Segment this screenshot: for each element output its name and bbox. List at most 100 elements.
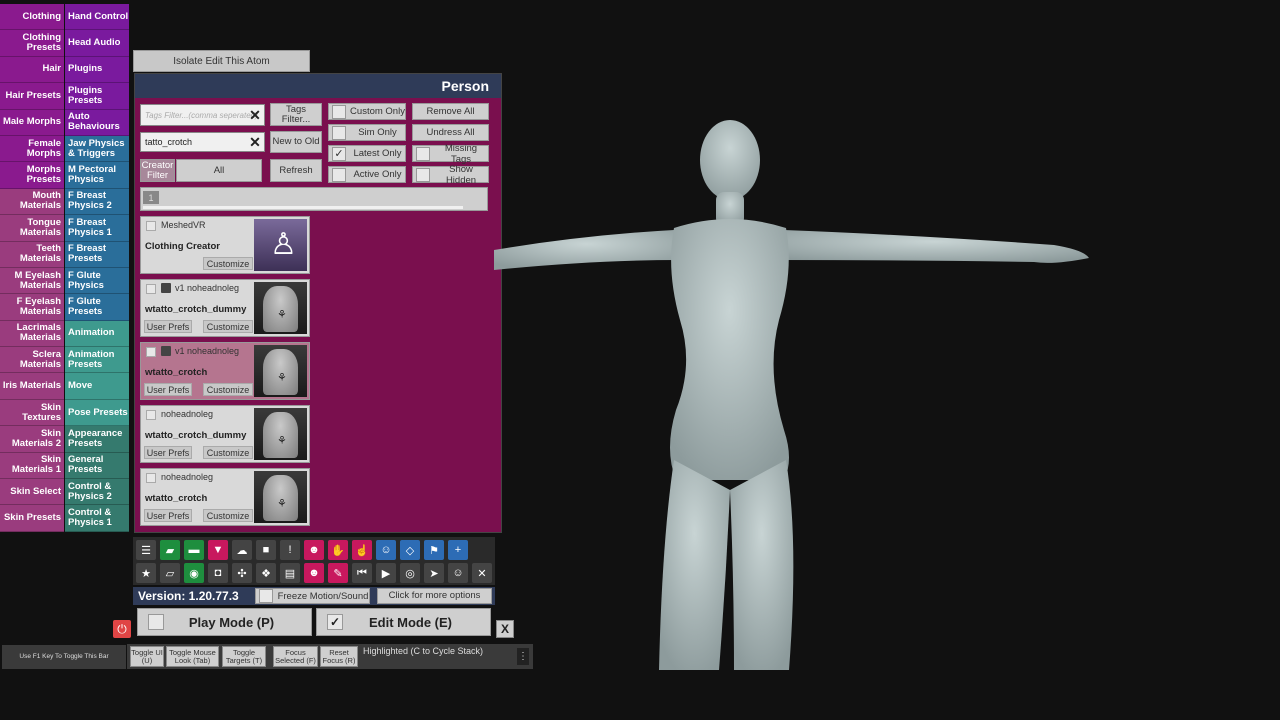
left-tab[interactable]: Sclera Materials xyxy=(0,347,64,374)
dropbox-icon[interactable]: ❖ xyxy=(256,563,276,583)
customize-button[interactable]: Customize xyxy=(203,446,253,459)
left-tab[interactable]: Skin Presets xyxy=(0,505,64,532)
refresh-button[interactable]: Refresh xyxy=(270,159,322,182)
menu-icon[interactable]: ☰ xyxy=(136,540,156,560)
flag-icon[interactable]: ⚑ xyxy=(424,540,444,560)
custom-only-toggle[interactable]: Custom Only xyxy=(328,103,406,120)
show-hidden-checkbox[interactable] xyxy=(416,167,430,182)
person-add-icon[interactable]: ☻ xyxy=(304,540,324,560)
item-toggle-checkbox[interactable] xyxy=(146,473,156,483)
left-tab[interactable]: Teeth Materials xyxy=(0,241,64,268)
missing-tags-toggle[interactable]: Missing Tags xyxy=(412,143,489,165)
item-toggle-checkbox[interactable] xyxy=(146,410,156,420)
right-tab[interactable]: Hand Control xyxy=(65,4,129,31)
clothing-item[interactable]: noheadnoleg wtatto_crotch_dummy User Pre… xyxy=(140,405,310,463)
toggle-targets-button[interactable]: Toggle Targets (T) xyxy=(222,646,266,667)
left-tab[interactable]: Tongue Materials xyxy=(0,215,64,242)
clear-tags-icon[interactable]: ✕ xyxy=(247,107,263,123)
right-tab[interactable]: F Glute Presets xyxy=(65,294,129,321)
cloud-icon[interactable]: ☁ xyxy=(232,540,252,560)
customize-button[interactable]: Customize xyxy=(203,320,253,333)
folder-icon[interactable]: ▬ xyxy=(184,540,204,560)
active-only-toggle[interactable]: Active Only xyxy=(328,166,406,183)
cursor-icon[interactable]: ➤ xyxy=(424,563,444,583)
right-tab[interactable]: Appearance Presets xyxy=(65,426,129,453)
play-mode-button[interactable]: Play Mode (P) xyxy=(137,608,312,636)
user-prefs-button[interactable]: User Prefs xyxy=(144,320,192,333)
graph-icon[interactable]: ✣ xyxy=(232,563,252,583)
left-tab[interactable]: Mouth Materials xyxy=(0,188,64,216)
alert-icon[interactable]: ! xyxy=(280,540,300,560)
play-icon[interactable]: ▶ xyxy=(376,563,396,583)
person-model-viewport[interactable] xyxy=(494,110,1094,670)
left-tab[interactable]: Male Morphs xyxy=(0,109,64,136)
right-tab[interactable]: F Breast Presets xyxy=(65,241,129,268)
item-toggle-checkbox[interactable] xyxy=(146,347,156,357)
more-options-button[interactable]: Click for more options xyxy=(377,588,492,604)
right-tab[interactable]: F Breast Physics 1 xyxy=(65,215,129,242)
latest-only-toggle[interactable]: ✓ Latest Only xyxy=(328,145,406,162)
focus-selected-button[interactable]: Focus Selected (F) xyxy=(273,646,318,667)
user-prefs-button[interactable]: User Prefs xyxy=(144,446,192,459)
sort-new-to-old-button[interactable]: New to Old xyxy=(270,131,322,153)
show-hidden-toggle[interactable]: Show Hidden xyxy=(412,164,489,186)
undress-all-button[interactable]: Undress All xyxy=(412,124,489,141)
latest-only-checkbox[interactable]: ✓ xyxy=(332,146,346,161)
target-icon[interactable]: ◎ xyxy=(400,563,420,583)
people-icon[interactable]: ☺ xyxy=(448,563,468,583)
edit-mode-checkbox[interactable]: ✓ xyxy=(327,614,343,630)
customize-button[interactable]: Customize xyxy=(203,257,253,270)
screenshot-icon[interactable]: ◉ xyxy=(184,563,204,583)
item-toggle-checkbox[interactable] xyxy=(146,284,156,294)
right-tab[interactable]: Head Audio xyxy=(65,30,129,57)
right-tab[interactable]: Plugins xyxy=(65,56,129,84)
edit-mode-button[interactable]: ✓ Edit Mode (E) xyxy=(316,608,491,636)
toggle-ui-button[interactable]: Toggle UI (U) xyxy=(130,646,164,667)
pagination-bar[interactable]: 1 xyxy=(140,187,488,211)
left-tab[interactable]: F Eyelash Materials xyxy=(0,294,64,321)
clothing-item-selected[interactable]: v1 noheadnoleg wtatto_crotch User Prefs … xyxy=(140,342,310,400)
left-tab[interactable]: Hair xyxy=(0,56,64,84)
person-icon[interactable]: ☺ xyxy=(376,540,396,560)
right-tab[interactable]: Animation Presets xyxy=(65,347,129,374)
open-scene-icon[interactable]: ▰ xyxy=(160,540,180,560)
left-tab[interactable]: Morphs Presets xyxy=(0,162,64,189)
right-tab[interactable]: Plugins Presets xyxy=(65,83,129,110)
right-tab[interactable]: F Breast Physics 2 xyxy=(65,188,129,216)
power-icon[interactable]: ⏻ xyxy=(113,620,131,638)
sim-only-toggle[interactable]: Sim Only xyxy=(328,124,406,141)
right-tab[interactable]: M Pectoral Physics xyxy=(65,162,129,189)
clothing-item[interactable]: noheadnoleg wtatto_crotch User Prefs Cus… xyxy=(140,468,310,526)
star-icon[interactable]: ★ xyxy=(136,563,156,583)
active-only-checkbox[interactable] xyxy=(332,167,346,182)
left-tab[interactable]: Skin Materials 2 xyxy=(0,426,64,453)
creator-filter-select[interactable]: All xyxy=(176,159,262,182)
clothing-item[interactable]: MeshedVR Clothing Creator Customize ♙ xyxy=(140,216,310,274)
right-tab[interactable]: Control & Physics 2 xyxy=(65,479,129,506)
page-number[interactable]: 1 xyxy=(143,191,159,204)
save-icon[interactable]: ▼ xyxy=(208,540,228,560)
left-tab[interactable]: Skin Textures xyxy=(0,399,64,427)
rewind-icon[interactable]: ⏮ xyxy=(352,563,372,583)
pointer-hand-icon[interactable]: ☝ xyxy=(352,540,372,560)
person-figure[interactable] xyxy=(494,120,1089,670)
isolate-edit-atom-button[interactable]: Isolate Edit This Atom xyxy=(133,50,310,72)
right-tab[interactable]: Animation xyxy=(65,320,129,348)
right-tab[interactable]: Control & Physics 1 xyxy=(65,505,129,532)
hand-icon[interactable]: ✋ xyxy=(328,540,348,560)
user-prefs-button[interactable]: User Prefs xyxy=(144,509,192,522)
freeze-motion-toggle[interactable]: Freeze Motion/Sound xyxy=(255,588,370,604)
left-tab[interactable]: Clothing Presets xyxy=(0,30,64,57)
left-tab[interactable]: Iris Materials xyxy=(0,373,64,400)
left-tab[interactable]: Hair Presets xyxy=(0,83,64,110)
remove-all-button[interactable]: Remove All xyxy=(412,103,489,120)
user-prefs-button[interactable]: User Prefs xyxy=(144,383,192,396)
left-tab[interactable]: Female Morphs xyxy=(0,135,64,163)
reset-focus-button[interactable]: Reset Focus (R) xyxy=(320,646,358,667)
person-remove-icon[interactable]: ☻ xyxy=(304,563,324,583)
left-tab[interactable]: M Eyelash Materials xyxy=(0,267,64,295)
customize-button[interactable]: Customize xyxy=(203,509,253,522)
custom-only-checkbox[interactable] xyxy=(332,104,346,119)
right-tab[interactable]: Jaw Physics & Triggers xyxy=(65,135,129,163)
plus-icon[interactable]: + xyxy=(448,540,468,560)
